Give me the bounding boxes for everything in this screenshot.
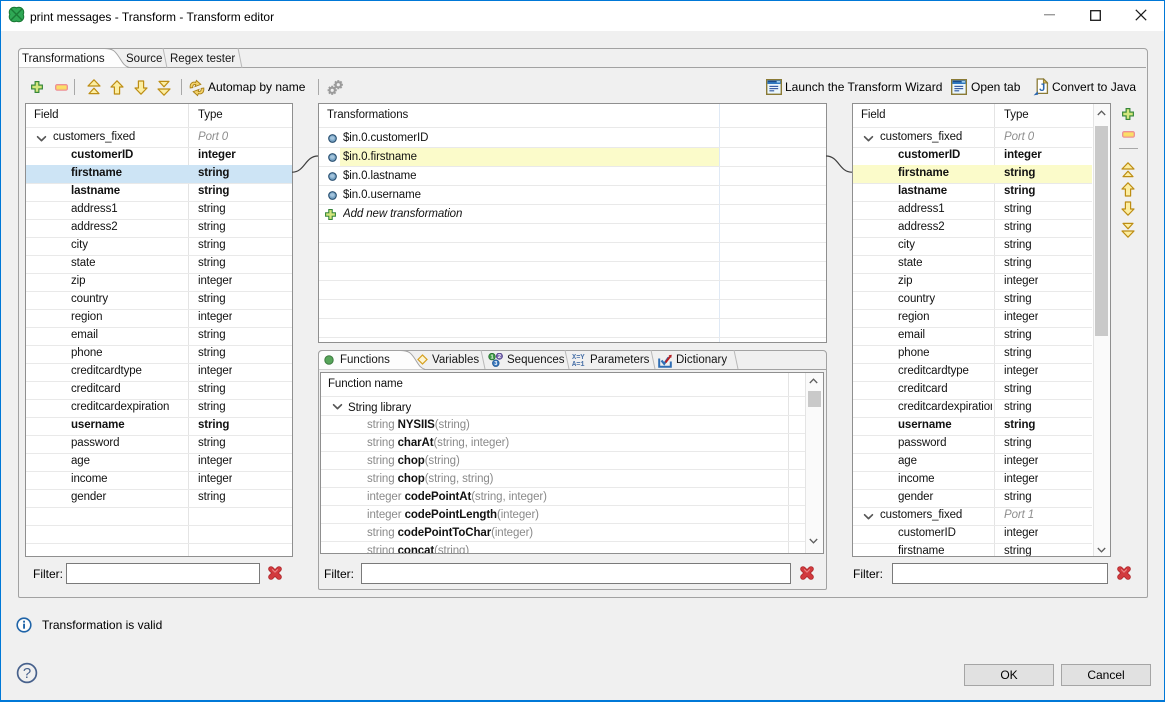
svg-text:2: 2 [498, 354, 501, 360]
svg-text:A=1: A=1 [572, 361, 585, 367]
svg-text:?: ? [23, 665, 31, 682]
svg-text:J: J [1039, 82, 1045, 94]
svg-text:3: 3 [494, 361, 497, 367]
svg-text:1: 1 [490, 355, 493, 361]
